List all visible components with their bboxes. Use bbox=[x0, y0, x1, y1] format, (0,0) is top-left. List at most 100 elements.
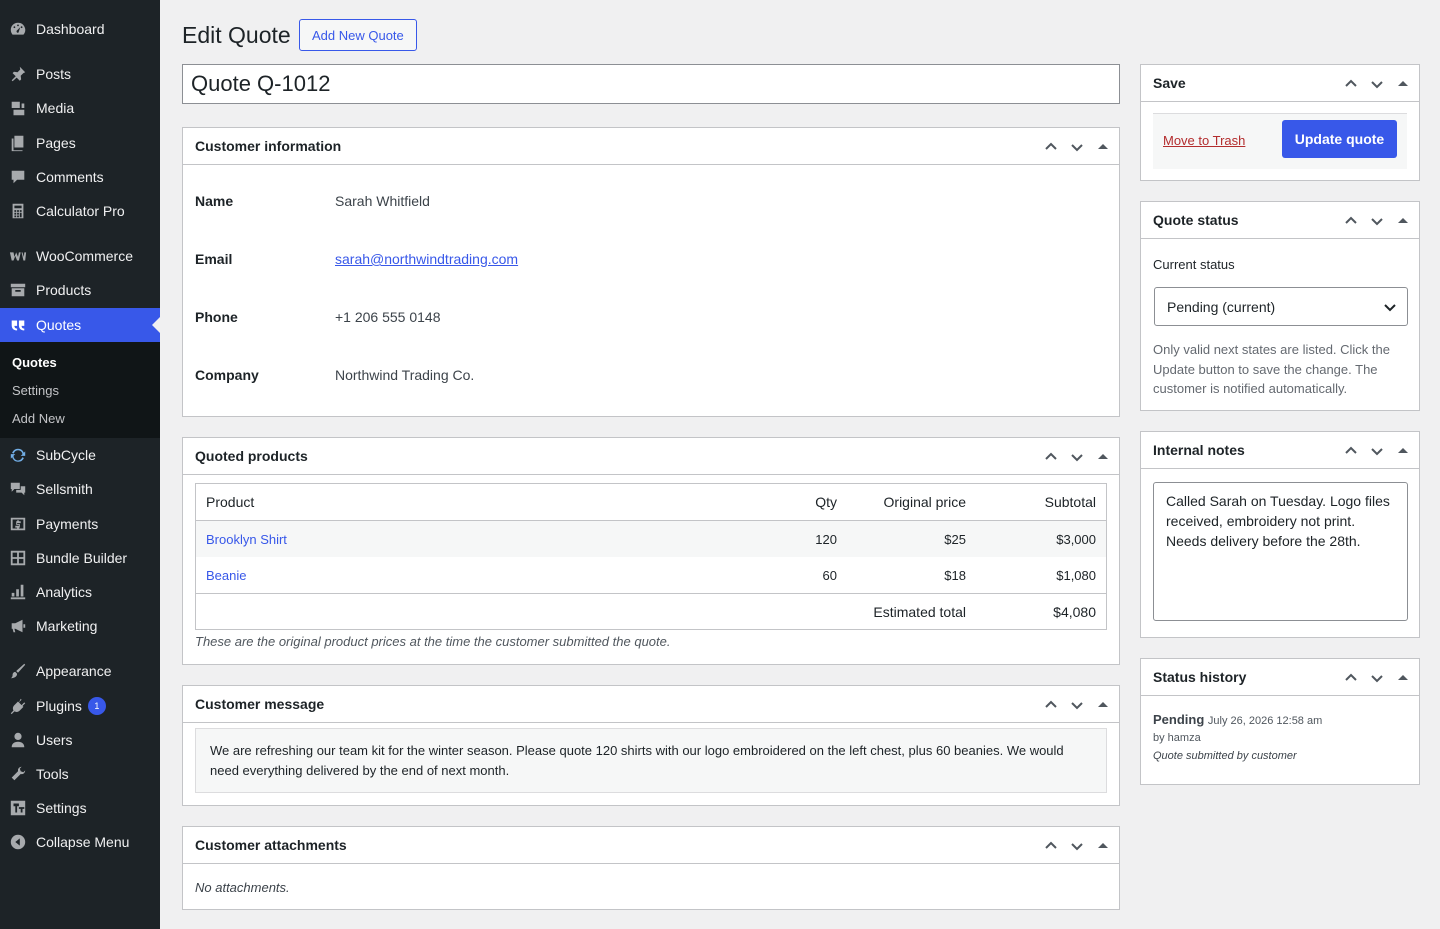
quote-status-box: Quote status Current status Pending (cur… bbox=[1140, 201, 1420, 411]
history-note: Quote submitted by customer bbox=[1153, 750, 1297, 762]
box-header[interactable]: Customer information bbox=[183, 128, 1119, 165]
quote-title-input[interactable]: Quote Q-1012 bbox=[182, 64, 1120, 104]
move-up-icon[interactable] bbox=[1041, 447, 1061, 467]
page-title: Edit Quote bbox=[182, 22, 291, 48]
toggle-panel-icon[interactable] bbox=[1393, 211, 1413, 231]
price-cell: $25 bbox=[944, 531, 966, 547]
menu-analytics[interactable]: Analytics bbox=[0, 575, 160, 609]
menu-subcycle[interactable]: SubCycle bbox=[0, 438, 160, 472]
customer-email-link[interactable]: sarah@northwindtrading.com bbox=[335, 251, 518, 267]
pushpin-icon bbox=[0, 65, 36, 83]
status-select[interactable]: Pending (current) bbox=[1154, 287, 1408, 326]
toggle-panel-icon[interactable] bbox=[1093, 695, 1113, 715]
move-down-icon[interactable] bbox=[1367, 668, 1387, 688]
menu-payments[interactable]: Payments bbox=[0, 507, 160, 541]
media-icon bbox=[0, 99, 36, 117]
subtotal-cell: $1,080 bbox=[1056, 567, 1096, 583]
box-title: Quote status bbox=[1153, 212, 1239, 228]
menu-sellsmith[interactable]: Sellsmith bbox=[0, 472, 160, 506]
info-label: Name bbox=[195, 193, 234, 209]
price-cell: $18 bbox=[944, 567, 966, 583]
menu-label: Plugins bbox=[36, 698, 82, 714]
toggle-panel-icon[interactable] bbox=[1393, 74, 1413, 94]
menu-tools[interactable]: Tools bbox=[0, 757, 160, 791]
menu-products[interactable]: Products bbox=[0, 273, 160, 307]
total-label: Estimated total bbox=[873, 603, 966, 620]
menu-label: Users bbox=[36, 732, 73, 748]
move-down-icon[interactable] bbox=[1067, 836, 1087, 856]
no-attachments-text: No attachments. bbox=[195, 880, 290, 895]
menu-label: Bundle Builder bbox=[36, 550, 128, 566]
menu-label: Calculator Pro bbox=[36, 203, 125, 219]
menu-posts[interactable]: Posts bbox=[0, 57, 160, 91]
update-quote-button[interactable]: Update quote bbox=[1282, 120, 1397, 158]
megaphone-icon bbox=[0, 617, 36, 635]
menu-comments[interactable]: Comments bbox=[0, 160, 160, 194]
total-row: Estimated total $4,080 bbox=[196, 593, 1106, 629]
toggle-panel-icon[interactable] bbox=[1393, 441, 1413, 461]
box-header[interactable]: Internal notes bbox=[1141, 432, 1419, 469]
move-up-icon[interactable] bbox=[1341, 74, 1361, 94]
move-down-icon[interactable] bbox=[1067, 137, 1087, 157]
menu-quotes[interactable]: Quotes bbox=[0, 308, 160, 342]
move-up-icon[interactable] bbox=[1041, 137, 1061, 157]
move-down-icon[interactable] bbox=[1367, 74, 1387, 94]
menu-plugins[interactable]: Plugins 1 bbox=[0, 689, 160, 723]
table-row: Beanie 60 $18 $1,080 bbox=[196, 557, 1106, 593]
status-help-text: Only valid next states are listed. Click… bbox=[1153, 342, 1390, 396]
move-down-icon[interactable] bbox=[1067, 695, 1087, 715]
move-up-icon[interactable] bbox=[1341, 668, 1361, 688]
menu-users[interactable]: Users bbox=[0, 723, 160, 757]
menu-label: Posts bbox=[36, 66, 72, 82]
internal-notes-textarea[interactable]: Called Sarah on Tuesday. Logo files rece… bbox=[1153, 482, 1408, 621]
submenu-add-new[interactable]: Add New bbox=[12, 411, 65, 426]
submenu-settings[interactable]: Settings bbox=[12, 383, 59, 398]
menu-woocommerce[interactable]: WooCommerce bbox=[0, 239, 160, 273]
qty-cell: 120 bbox=[815, 531, 837, 547]
move-down-icon[interactable] bbox=[1367, 441, 1387, 461]
products-table: Product Qty Original price Subtotal Broo… bbox=[195, 483, 1107, 630]
box-header[interactable]: Quote status bbox=[1141, 202, 1419, 239]
toggle-panel-icon[interactable] bbox=[1093, 447, 1113, 467]
box-header[interactable]: Status history bbox=[1141, 659, 1419, 696]
move-down-icon[interactable] bbox=[1367, 211, 1387, 231]
move-up-icon[interactable] bbox=[1341, 211, 1361, 231]
box-header[interactable]: Quoted products bbox=[183, 438, 1119, 475]
history-date: July 26, 2026 12:58 am bbox=[1207, 715, 1323, 727]
menu-dashboard[interactable]: Dashboard bbox=[0, 12, 160, 46]
add-new-quote-button[interactable]: Add New Quote bbox=[299, 19, 417, 51]
menu-marketing[interactable]: Marketing bbox=[0, 609, 160, 643]
toggle-panel-icon[interactable] bbox=[1093, 137, 1113, 157]
pages-icon bbox=[0, 134, 36, 152]
move-up-icon[interactable] bbox=[1041, 836, 1061, 856]
customer-name: Sarah Whitfield bbox=[335, 193, 430, 209]
menu-pages[interactable]: Pages bbox=[0, 126, 160, 160]
box-header[interactable]: Save bbox=[1141, 65, 1419, 102]
box-title: Customer information bbox=[195, 138, 342, 154]
box-header[interactable]: Customer message bbox=[183, 686, 1119, 723]
move-up-icon[interactable] bbox=[1341, 441, 1361, 461]
box-header[interactable]: Customer attachments bbox=[183, 827, 1119, 864]
move-down-icon[interactable] bbox=[1067, 447, 1087, 467]
product-link[interactable]: Brooklyn Shirt bbox=[206, 532, 287, 547]
subtotal-cell: $3,000 bbox=[1056, 531, 1096, 547]
toggle-panel-icon[interactable] bbox=[1093, 836, 1113, 856]
toggle-panel-icon[interactable] bbox=[1393, 668, 1413, 688]
move-up-icon[interactable] bbox=[1041, 695, 1061, 715]
menu-label: WooCommerce bbox=[36, 248, 133, 264]
menu-collapse[interactable]: Collapse Menu bbox=[0, 825, 160, 859]
menu-media[interactable]: Media bbox=[0, 91, 160, 125]
menu-label: Pages bbox=[36, 135, 76, 151]
internal-notes-box: Internal notes Called Sarah on Tuesday. … bbox=[1140, 431, 1420, 638]
box-title: Customer message bbox=[195, 696, 325, 712]
move-to-trash-link[interactable]: Move to Trash bbox=[1163, 133, 1245, 148]
customer-message-text: We are refreshing our team kit for the w… bbox=[195, 728, 1107, 793]
menu-appearance[interactable]: Appearance bbox=[0, 654, 160, 688]
submenu-quotes[interactable]: Quotes bbox=[12, 355, 57, 370]
current-status-label: Current status bbox=[1153, 257, 1235, 272]
menu-settings[interactable]: Settings bbox=[0, 791, 160, 825]
menu-calculator-pro[interactable]: Calculator Pro bbox=[0, 194, 160, 228]
product-link[interactable]: Beanie bbox=[206, 568, 246, 583]
menu-label: SubCycle bbox=[36, 447, 96, 463]
menu-bundle-builder[interactable]: Bundle Builder bbox=[0, 541, 160, 575]
